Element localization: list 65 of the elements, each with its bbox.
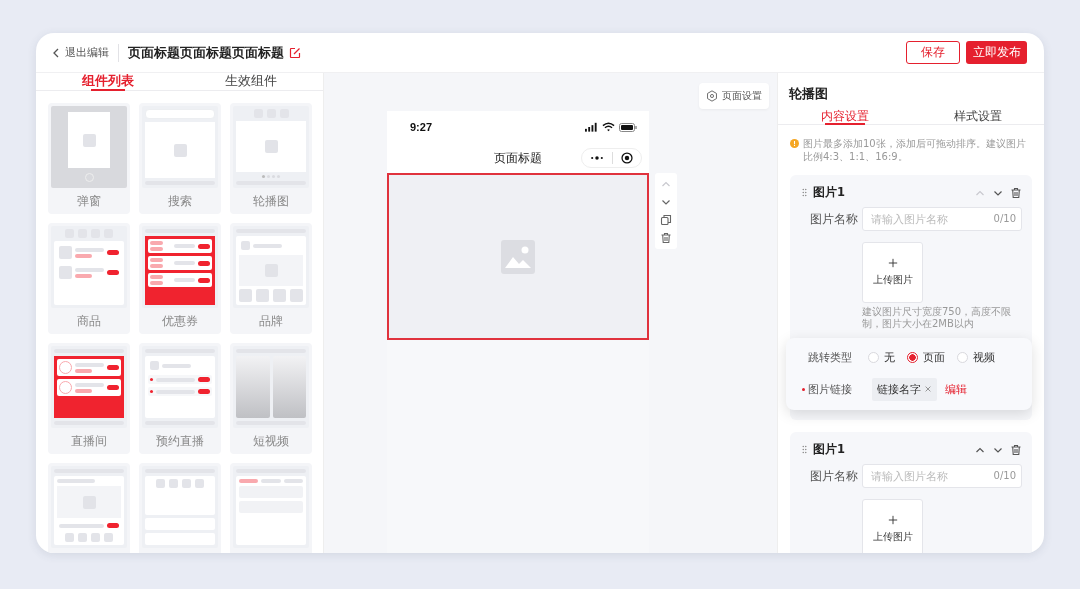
page-settings-button[interactable]: 页面设置 <box>699 83 769 109</box>
radio-button[interactable] <box>907 351 918 363</box>
settings-tab[interactable]: 内容设置 <box>778 109 911 124</box>
component-tile[interactable]: 品牌 <box>230 223 312 334</box>
radio-label: 视频 <box>973 349 995 365</box>
upload-button[interactable]: 上传图片 <box>862 242 923 303</box>
component-tile[interactable]: 商品 <box>48 223 130 334</box>
component-label: 商品 <box>76 314 102 329</box>
settings-icon <box>706 90 718 102</box>
plus-icon <box>887 515 898 525</box>
delete-icon[interactable] <box>660 232 672 244</box>
status-time: 9:27 <box>410 121 433 133</box>
drag-handle-icon[interactable] <box>802 188 807 197</box>
copy-icon[interactable] <box>660 214 672 226</box>
image-icon <box>501 239 535 274</box>
panel-tab[interactable]: 生效组件 <box>179 73 323 90</box>
battery-icon <box>619 122 637 132</box>
carousel-block[interactable] <box>387 173 649 340</box>
item-title: 图片1 <box>813 442 845 457</box>
field-label: 图片名称 <box>809 211 859 227</box>
component-tile[interactable]: 轮播图 <box>230 103 312 214</box>
save-button[interactable]: 保存 <box>906 41 960 64</box>
plus-icon <box>887 258 898 268</box>
component-tile[interactable]: 直播间 <box>48 343 130 454</box>
signal-icon <box>585 122 598 132</box>
edit-icon[interactable] <box>289 46 301 59</box>
char-counter: 0/10 <box>993 213 1016 224</box>
component-label: 品牌 <box>258 314 284 329</box>
component-label: 弹窗 <box>76 194 102 209</box>
tag-text: 链接名字 <box>877 381 921 397</box>
component-tile[interactable]: 短视频 <box>230 343 312 454</box>
notice-text: 图片最多添加10张，添加后可拖动排序。建议图片比例4:3、1:1、16:9。 <box>803 137 1027 163</box>
more-icon[interactable] <box>590 155 604 161</box>
component-label: 预约直播 <box>155 434 205 449</box>
upload-hint: 建议图片尺寸宽度750，高度不限制，图片大小在2MB以内 <box>862 306 1013 330</box>
char-counter: 0/10 <box>993 470 1016 481</box>
radio-label: 页面 <box>923 349 945 365</box>
wifi-icon <box>602 122 615 132</box>
component-label: 搜索 <box>167 194 193 209</box>
info-icon <box>790 139 799 148</box>
panel-title: 轮播图 <box>788 85 829 103</box>
field-label: 图片名称 <box>809 468 859 484</box>
component-label: 直播间 <box>70 434 108 449</box>
component-label: 短视频 <box>252 434 290 449</box>
back-button[interactable]: 退出编辑 <box>50 45 109 60</box>
drag-handle-icon[interactable] <box>802 445 807 454</box>
component-tile[interactable]: 优惠券 <box>139 223 221 334</box>
settings-tab[interactable]: 样式设置 <box>911 109 1044 124</box>
edit-link[interactable]: 编辑 <box>945 381 967 397</box>
upload-button[interactable]: 上传图片 <box>862 499 923 553</box>
component-tile[interactable]: 预约直播 <box>139 343 221 454</box>
panel-tab[interactable]: 组件列表 <box>36 73 180 90</box>
item-title: 图片1 <box>813 185 845 200</box>
component-tile[interactable]: 搜索 <box>139 103 221 214</box>
page-title: 页面标题页面标题页面标题 <box>128 43 284 62</box>
component-tile[interactable]: 弹窗 <box>48 103 130 214</box>
radio-label: 无 <box>884 349 895 365</box>
field-label: 图片链接 <box>808 381 852 397</box>
publish-button[interactable]: 立即发布 <box>966 41 1027 64</box>
delete-icon[interactable] <box>1010 443 1022 456</box>
component-label: 轮播图 <box>252 194 290 209</box>
field-label: 跳转类型 <box>807 349 853 365</box>
component-label: 优惠券 <box>161 314 199 329</box>
phone-page-title: 页面标题 <box>494 149 542 167</box>
delete-icon[interactable] <box>1010 186 1022 199</box>
